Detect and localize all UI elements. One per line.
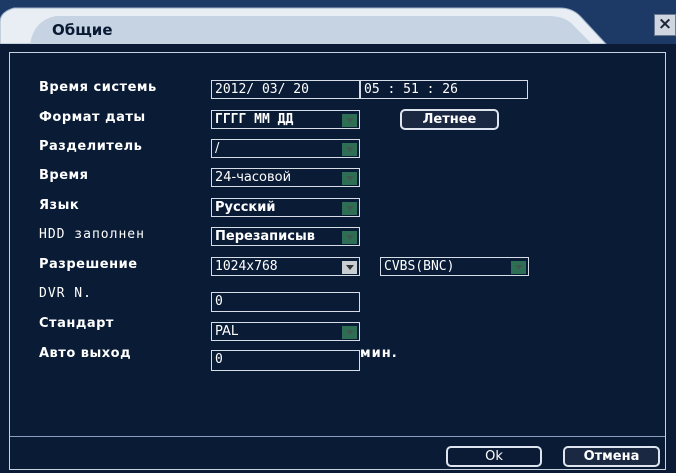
standard-value: PAL (215, 324, 239, 339)
dst-button[interactable]: Летнее (400, 109, 499, 130)
standard-select[interactable]: PAL (211, 322, 360, 341)
resolution-label: Разрешение (39, 257, 138, 272)
system-time-field[interactable]: 05 : 51 : 26 (360, 80, 528, 99)
chevron-down-icon (342, 261, 357, 274)
hdd-full-label: HDD заполнен (39, 227, 145, 242)
system-time-label: Время системь (39, 80, 157, 95)
time-format-value: 24-часовой (215, 170, 292, 185)
chevron-down-icon (342, 143, 357, 156)
resolution-select[interactable]: 1024x768 (211, 257, 360, 276)
dialog-title: Общие (52, 21, 113, 39)
video-output-select[interactable]: CVBS(BNC) (380, 257, 529, 276)
date-format-select[interactable]: ГГГГ ММ ДД (211, 110, 360, 129)
video-output-value: CVBS(BNC) (384, 259, 455, 274)
chevron-down-icon (342, 326, 357, 339)
hdd-full-value: Перезаписыв (215, 229, 315, 244)
dvr-no-field[interactable]: 0 (211, 292, 360, 312)
chevron-down-icon (342, 114, 357, 127)
separator-label: Разделитель (39, 139, 143, 154)
auto-logout-unit: мин. (360, 346, 398, 361)
time-format-label: Время (39, 168, 89, 183)
auto-logout-field[interactable]: 0 (211, 350, 360, 371)
resolution-value: 1024x768 (215, 259, 278, 274)
language-value: Русский (215, 200, 276, 215)
chevron-down-icon (511, 261, 526, 274)
divider (10, 436, 665, 437)
language-label: Язык (39, 198, 80, 213)
cancel-button[interactable]: Отмена (563, 446, 660, 467)
chevron-down-icon (342, 231, 357, 244)
hdd-full-select[interactable]: Перезаписыв (211, 227, 360, 246)
language-select[interactable]: Русский (211, 198, 360, 217)
date-format-value: ГГГГ ММ ДД (215, 112, 294, 127)
close-button[interactable]: × (654, 14, 676, 36)
auto-logout-label: Авто выход (39, 346, 132, 361)
standard-label: Стандарт (39, 316, 114, 331)
separator-value: / (215, 141, 220, 156)
date-format-label: Формат даты (39, 110, 146, 125)
separator-select[interactable]: / (211, 139, 360, 158)
system-date-field[interactable]: 2012/ 03/ 20 (211, 80, 360, 99)
time-format-select[interactable]: 24-часовой (211, 168, 360, 187)
ok-button[interactable]: Ok (446, 446, 542, 467)
chevron-down-icon (342, 172, 357, 185)
chevron-down-icon (342, 202, 357, 215)
dvr-no-label: DVR N. (39, 286, 92, 301)
